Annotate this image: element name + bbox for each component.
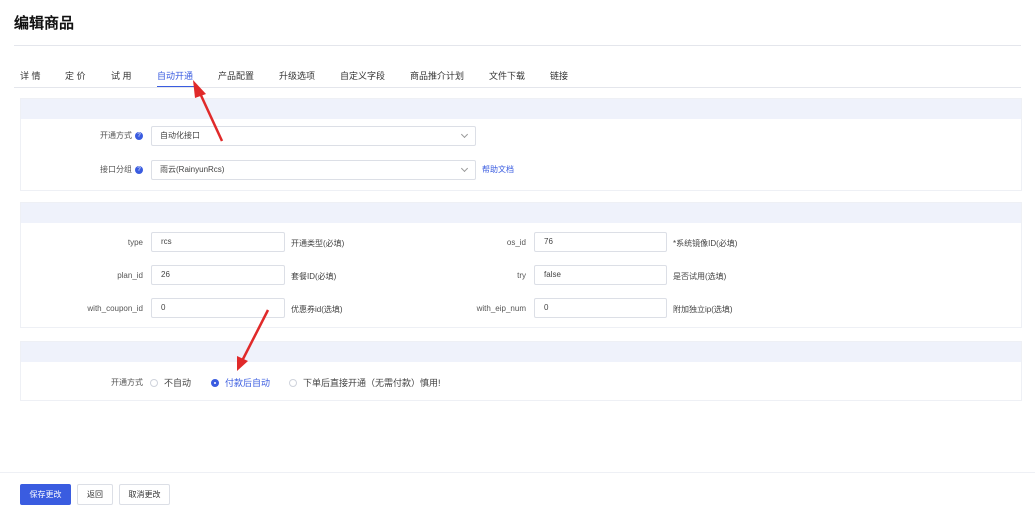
try-hint: 是否试用(选填) [673,272,727,281]
tab-details[interactable]: 详 情 [20,69,41,82]
plan-hint: 套餐ID(必填) [291,272,337,281]
help-doc-link[interactable]: 帮助文档 [482,164,514,175]
params-panel: type rcs 开通类型(必填) plan_id 26 套餐ID(必填) wi… [20,202,1022,328]
tab-upgrade-options[interactable]: 升级选项 [279,69,315,82]
page-title: 编辑商品 [14,15,75,32]
plan-input[interactable]: 26 [151,265,285,285]
open-mode-label: 开通方式 [111,378,143,387]
save-button[interactable]: 保存更改 [20,484,71,505]
coupon-input[interactable]: 0 [151,298,285,318]
panel-header [21,342,1021,362]
type-hint: 开通类型(必填) [291,239,345,248]
coupon-label: with_coupon_id [87,304,143,313]
chevron-down-icon [460,164,469,173]
tab-trial[interactable]: 试 用 [111,69,132,82]
type-input[interactable]: rcs [151,232,285,252]
title-divider [14,45,1021,46]
help-icon[interactable]: ? [135,131,143,140]
coupon-hint: 优惠券id(选填) [291,305,343,314]
eip-hint: 附加独立ip(选填) [673,305,733,314]
tab-product-config[interactable]: 产品配置 [218,69,254,82]
help-icon[interactable]: ? [135,165,143,174]
provision-panel: 开通方式? 自动化接口 接口分组? 雨云(RainyunRcs) 帮助文档 [20,98,1022,191]
eip-label: with_eip_num [476,304,526,313]
tab-custom-fields[interactable]: 自定义字段 [340,69,385,82]
method-label: 开通方式? [21,130,143,141]
tabs-divider [14,87,1021,88]
method-select[interactable]: 自动化接口 [151,126,476,146]
radio-dot [150,378,158,387]
plan-label: plan_id [117,271,143,280]
radio-open-on-order[interactable]: 下单后直接开通（无需付款）慎用! [289,376,441,389]
radio-auto-after-payment[interactable]: 付款后自动 [211,376,270,389]
radio-dot [289,378,297,387]
os-input[interactable]: 76 [534,232,667,252]
os-label: os_id [506,238,526,247]
eip-input[interactable]: 0 [534,298,667,318]
try-input[interactable]: false [534,265,667,285]
radio-no-auto[interactable]: 不自动 [150,376,191,389]
footer-divider [0,472,1035,473]
tab-downloads[interactable]: 文件下载 [489,69,525,82]
tab-auto-provision[interactable]: 自动开通 [157,69,193,82]
os-hint: *系统镜像ID(必填) [673,239,738,248]
panel-header [21,99,1021,119]
try-label: try [517,271,526,280]
radio-dot [211,378,219,387]
chevron-down-icon [460,130,469,139]
cancel-button[interactable]: 取消更改 [119,484,170,505]
group-label: 接口分组? [21,164,143,175]
tab-pricing[interactable]: 定 价 [65,69,86,82]
group-select[interactable]: 雨云(RainyunRcs) [151,160,476,180]
tab-referral-plan[interactable]: 商品推介计划 [410,69,464,82]
panel-header [21,203,1021,223]
open-mode-panel: 开通方式 不自动 付款后自动 下单后直接开通（无需付款）慎用! [20,341,1022,401]
tab-links[interactable]: 链接 [550,69,568,82]
type-label: type [127,238,143,247]
back-button[interactable]: 返回 [77,484,113,505]
